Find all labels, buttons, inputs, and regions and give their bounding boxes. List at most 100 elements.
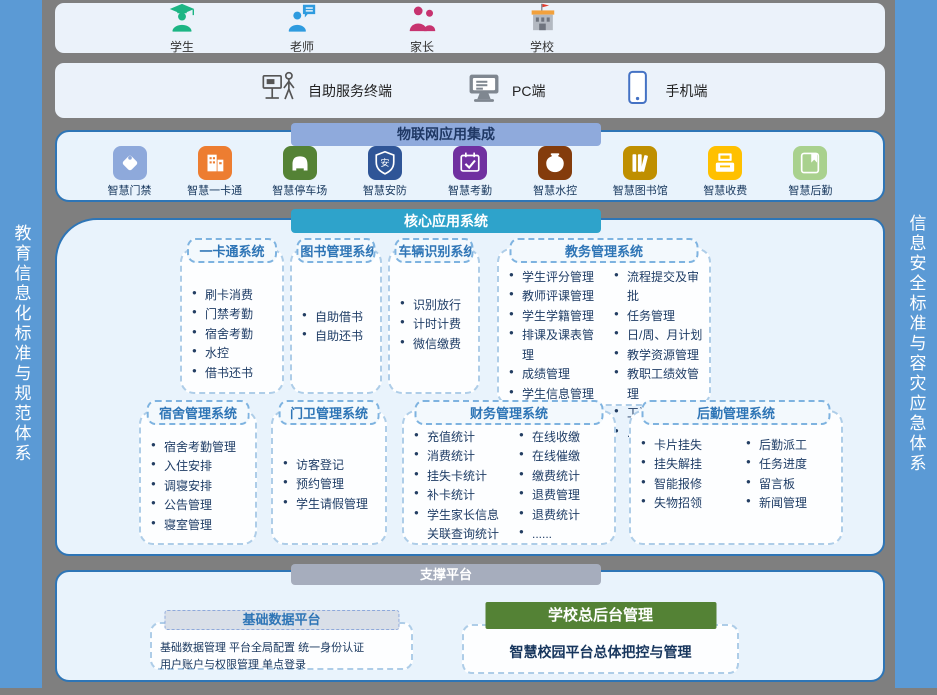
student-icon: [166, 1, 198, 38]
system-box-logistics: 后勤管理系统 卡片挂失 挂失解挂 智能报修 失物招领 后勤派工 任务进度 留言板…: [629, 410, 843, 545]
iot-item-library: 智慧图书馆: [598, 146, 683, 198]
system-item: 消费统计: [414, 447, 505, 466]
iot-label: 智慧停车场: [272, 182, 327, 198]
logistics-clipboard-icon: [793, 146, 827, 180]
system-item-list: 卡片挂失 挂失解挂 智能报修 失物招领: [631, 436, 736, 514]
system-title: 财务管理系统: [415, 400, 604, 425]
system-item: 访客登记: [283, 456, 381, 475]
smart-campus-architecture-diagram: 教育信息化标准与规范体系 信息安全标准与容灾应急体系 学生 老师: [0, 0, 937, 695]
base-platform-title: 基础数据平台: [164, 610, 399, 630]
admin-platform-title: 学校总后台管理: [485, 602, 716, 629]
system-item: 微信缴费: [400, 335, 474, 354]
iot-integration-panel: 物联网应用集成 智慧门禁 智慧一卡通: [55, 130, 885, 202]
system-box-onecard: 一卡通系统 刷卡消费 门禁考勤 宿舍考勤 水控 借书还书: [180, 248, 284, 394]
iot-item-onecard: 智慧一卡通: [172, 146, 257, 198]
system-item: 新闻管理: [746, 494, 837, 513]
admin-platform-box: 学校总后台管理 智慧校园平台总体把控与管理: [462, 624, 739, 674]
right-standard-sidebar: 信息安全标准与容灾应急体系: [895, 0, 937, 688]
system-item: 学生评分管理: [509, 268, 600, 287]
terminal-label: 手机端: [665, 81, 707, 101]
kiosk-icon: [260, 68, 300, 113]
terminal-group-pc: PC端: [464, 68, 545, 113]
system-item-list: 识别放行 计时计费 微信缴费: [390, 250, 478, 354]
user-label: 老师: [290, 38, 314, 55]
onecard-icon: [198, 146, 232, 180]
iot-label: 智慧后勤: [788, 182, 832, 198]
system-item: 宿舍考勤管理: [151, 438, 251, 457]
system-item: 补卡统计: [414, 486, 505, 505]
system-item: 自助还书: [302, 327, 376, 346]
system-item: 入住安排: [151, 457, 251, 476]
system-item: 自助借书: [302, 308, 376, 327]
user-group-parents: 家长: [397, 1, 447, 55]
iot-label: 智慧考勤: [448, 182, 492, 198]
system-item: 门禁考勤: [192, 305, 278, 324]
admin-platform-content: 智慧校园平台总体把控与管理: [464, 642, 737, 662]
user-group-school: 学校: [517, 1, 567, 55]
system-item: 退费统计: [519, 506, 610, 525]
main-diagram-column: 学生 老师 家长 学校: [55, 0, 885, 695]
system-box-academic: 教务管理系统 学生评分管理 教师评课管理 学生学籍管理 排课及课表管理 成绩管理…: [497, 248, 711, 406]
iot-item-attendance: 智慧考勤: [427, 146, 512, 198]
system-item: 充值统计: [414, 428, 505, 447]
system-title: 教务管理系统: [510, 238, 699, 263]
iot-item-security: 安 智慧安防: [342, 146, 427, 198]
payment-pos-icon: [708, 146, 742, 180]
school-icon: [526, 1, 558, 38]
system-item-list: 后勤派工 任务进度 留言板 新闻管理: [736, 436, 841, 514]
system-item: 缴费统计: [519, 467, 610, 486]
iot-item-logistics: 智慧后勤: [768, 146, 853, 198]
system-item: 借书还书: [192, 364, 278, 383]
core-section-header: 核心应用系统: [291, 209, 601, 233]
system-item: 挂失卡统计: [414, 467, 505, 486]
iot-section-header: 物联网应用集成: [291, 123, 601, 146]
water-control-icon: [538, 146, 572, 180]
user-group-student: 学生: [157, 1, 207, 55]
door-access-icon: [113, 146, 147, 180]
security-shield-icon: 安: [368, 146, 402, 180]
terminal-label: 自助服务终端: [308, 81, 392, 101]
system-item-list: 自助借书 自助还书: [292, 250, 380, 347]
iot-label: 智慧图书馆: [613, 182, 668, 198]
system-title: 图书管理系统: [296, 238, 375, 263]
system-item: 调寝安排: [151, 477, 251, 496]
right-sidebar-label: 信息安全标准与容灾应急体系: [904, 214, 929, 474]
system-item: 流程提交及审批: [614, 268, 705, 307]
base-platform-content: 基础数据管理 平台全局配置 统一身份认证 用户账户与权限管理 单点登录: [160, 640, 411, 674]
iot-item-water: 智慧水控: [513, 146, 598, 198]
iot-label: 智慧一卡通: [187, 182, 242, 198]
core-applications-panel: 核心应用系统 一卡通系统 刷卡消费 门禁考勤 宿舍考勤 水控 借书还书 图书管理…: [55, 218, 885, 556]
system-box-vehicle: 车辆识别系统 识别放行 计时计费 微信缴费: [388, 248, 480, 394]
system-item: 留言板: [746, 475, 837, 494]
users-panel: 学生 老师 家长 学校: [55, 3, 885, 53]
iot-label: 智慧安防: [363, 182, 407, 198]
system-item: 任务进度: [746, 455, 837, 474]
system-title: 宿舍管理系统: [147, 400, 250, 425]
system-item: 失物招领: [641, 494, 732, 513]
system-item: 日/周、月计划: [614, 326, 705, 345]
iot-label: 智慧门禁: [108, 182, 152, 198]
system-item: 任务管理: [614, 307, 705, 326]
system-item: 识别放行: [400, 296, 474, 315]
left-sidebar-label: 教育信息化标准与规范体系: [9, 224, 34, 464]
system-box-library: 图书管理系统 自助借书 自助还书: [290, 248, 382, 394]
system-box-gatekeeper: 门卫管理系统 访客登记 预约管理 学生请假管理: [271, 410, 387, 545]
iot-item-payment: 智慧收费: [683, 146, 768, 198]
system-item: 成绩管理: [509, 365, 600, 384]
system-item: 计时计费: [400, 315, 474, 334]
parents-icon: [406, 1, 438, 38]
phone-icon: [617, 68, 657, 113]
system-item-list: 宿舍考勤管理 入住安排 调寝安排 公告管理 寝室管理: [141, 412, 255, 535]
iot-label: 智慧收费: [703, 182, 747, 198]
system-item: 排课及课表管理: [509, 326, 600, 365]
terminal-group-mobile: 手机端: [617, 68, 707, 113]
system-box-finance: 财务管理系统 充值统计 消费统计 挂失卡统计 补卡统计 学生家长信息关联查询统计…: [402, 410, 616, 545]
pc-icon: [464, 68, 504, 113]
system-item: 刷卡消费: [192, 286, 278, 305]
system-item: 教职工绩效管理: [614, 365, 705, 404]
terminal-label: PC端: [512, 81, 545, 101]
user-label: 学校: [530, 38, 554, 55]
system-item-list: 充值统计 消费统计 挂失卡统计 补卡统计 学生家长信息关联查询统计: [404, 428, 509, 545]
system-box-dormitory: 宿舍管理系统 宿舍考勤管理 入住安排 调寝安排 公告管理 寝室管理: [139, 410, 257, 545]
system-item: 教师评课管理: [509, 287, 600, 306]
